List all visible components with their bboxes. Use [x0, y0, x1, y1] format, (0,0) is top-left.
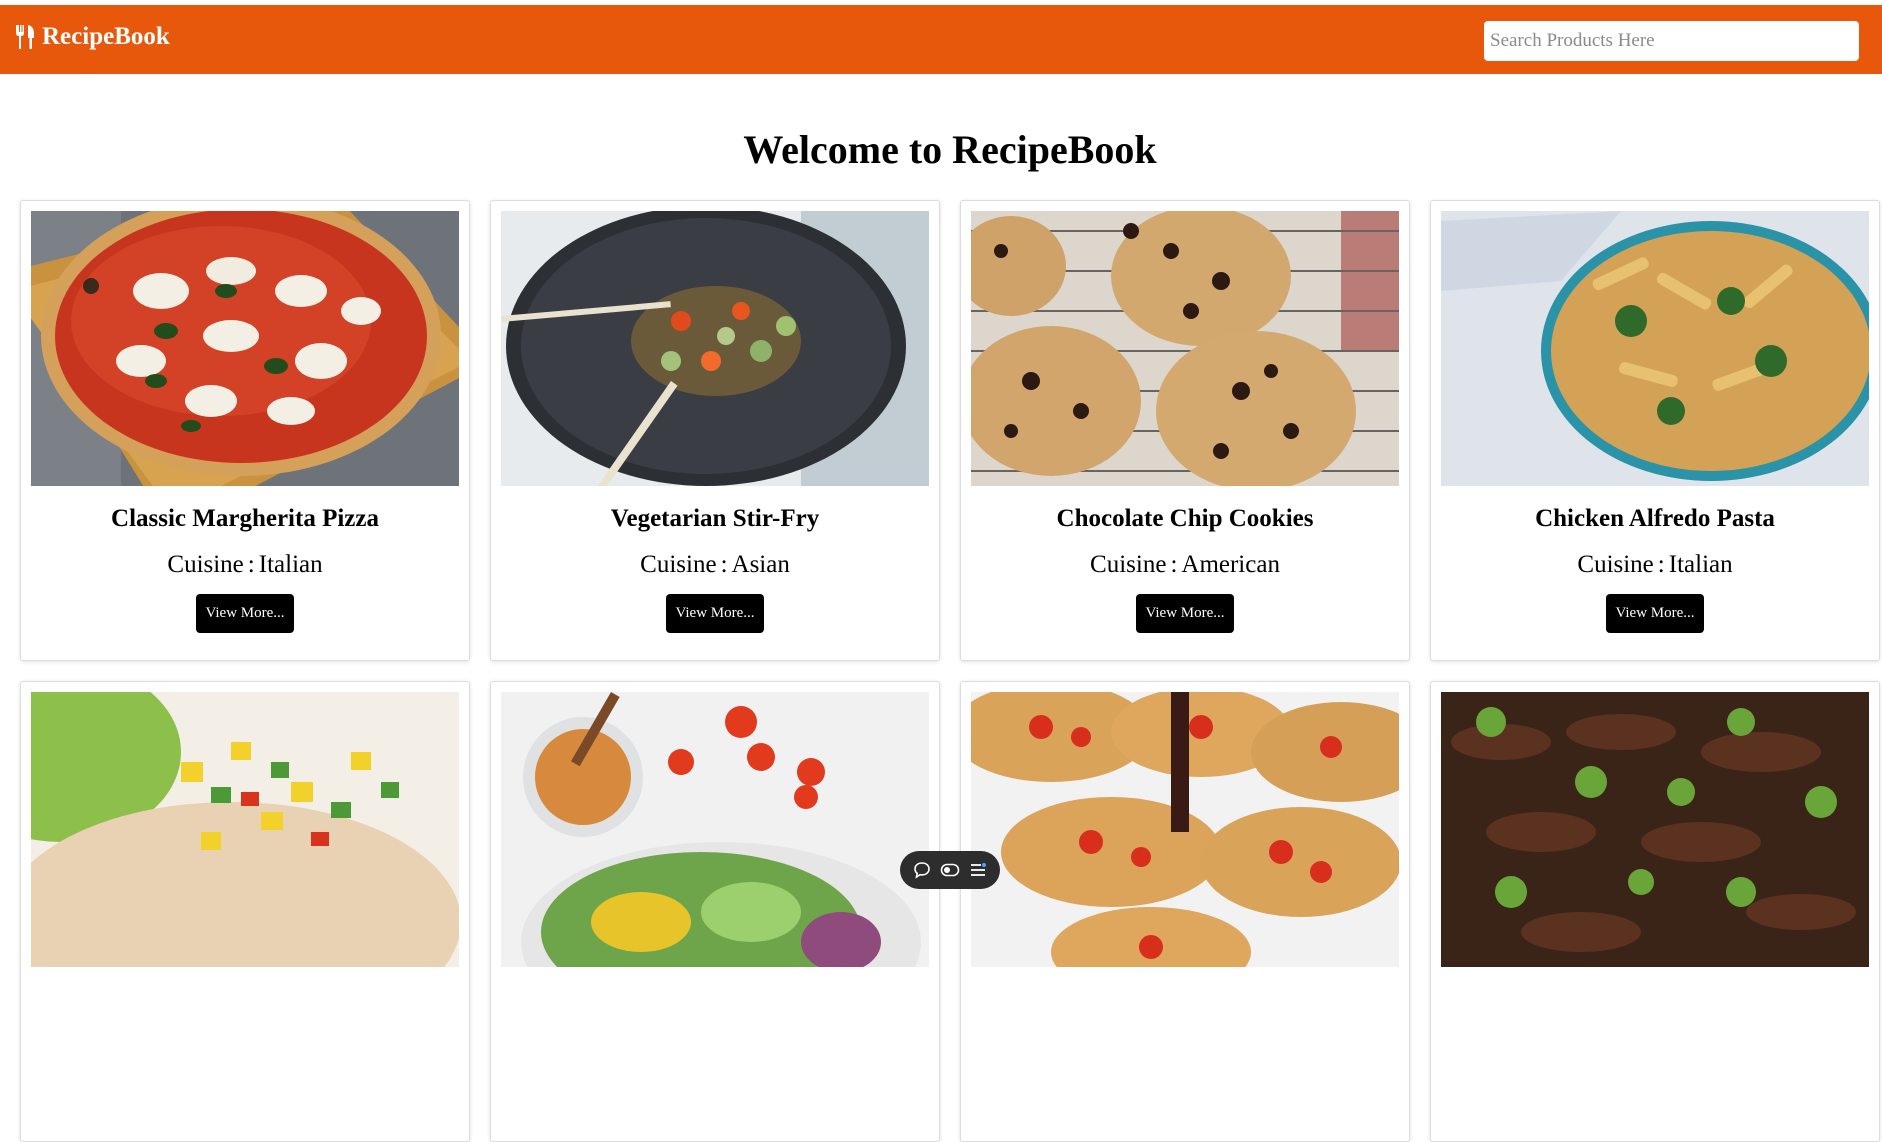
- chat-icon[interactable]: [912, 860, 932, 880]
- recipe-title: Classic Margherita Pizza: [111, 505, 379, 532]
- recipe-image: [971, 692, 1399, 967]
- recipe-image: [1441, 692, 1869, 967]
- recipe-card: Chicken Alfredo Pasta Cuisine: Italian Vi…: [1430, 200, 1880, 661]
- recipe-grid: Classic Margherita Pizza Cuisine: Italian…: [20, 200, 1880, 1142]
- recipe-title: Chocolate Chip Cookies: [1056, 505, 1314, 532]
- recipe-card: [20, 681, 470, 1142]
- recipe-card: Classic Margherita Pizza Cuisine: Italian…: [20, 200, 470, 661]
- floating-toolbar: [900, 851, 1000, 889]
- view-more-button[interactable]: View More...: [666, 594, 764, 633]
- recipe-card: [1430, 681, 1880, 1142]
- navbar: RecipeBook: [0, 5, 1882, 74]
- recipe-card: Vegetarian Stir-Fry Cuisine: Asian View M…: [490, 200, 940, 661]
- recipe-image: [31, 211, 459, 486]
- page-title: Welcome to RecipeBook: [743, 127, 1157, 172]
- brand-name: RecipeBook: [42, 23, 170, 50]
- recipe-image: [501, 211, 929, 486]
- view-more-button[interactable]: View More...: [196, 594, 294, 633]
- recipe-cuisine: Cuisine: Italian: [1577, 551, 1733, 578]
- recipe-cuisine: Cuisine: Asian: [640, 551, 790, 578]
- recipe-cuisine: Cuisine: American: [1090, 551, 1280, 578]
- recipe-card: [490, 681, 940, 1142]
- recipe-image: [1441, 211, 1869, 486]
- recipe-cuisine: Cuisine: Italian: [167, 551, 323, 578]
- recipe-image: [501, 692, 929, 967]
- brand[interactable]: RecipeBook: [14, 23, 170, 51]
- recipe-title: Vegetarian Stir-Fry: [610, 505, 820, 532]
- recipe-title: Chicken Alfredo Pasta: [1535, 505, 1775, 532]
- view-more-button[interactable]: View More...: [1606, 594, 1704, 633]
- utensils-icon: [16, 25, 34, 49]
- recipe-image: [31, 692, 459, 967]
- toggle-icon[interactable]: [940, 860, 960, 880]
- recipe-card: Chocolate Chip Cookies Cuisine: American …: [960, 200, 1410, 661]
- recipe-image: [971, 211, 1399, 486]
- list-icon[interactable]: [968, 860, 988, 880]
- view-more-button[interactable]: View More...: [1136, 594, 1234, 633]
- recipe-card: [960, 681, 1410, 1142]
- search-input[interactable]: [1484, 21, 1859, 61]
